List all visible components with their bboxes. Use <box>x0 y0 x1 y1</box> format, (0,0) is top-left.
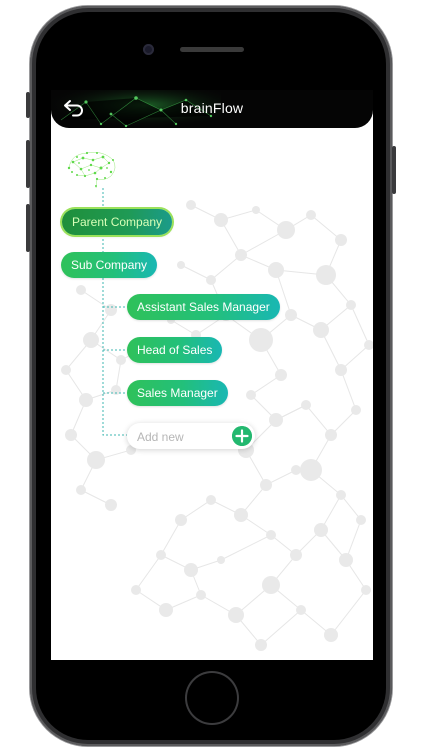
node-assistant-sales-manager[interactable]: Assistant Sales Manager <box>127 294 280 320</box>
plus-icon[interactable] <box>232 426 252 446</box>
earpiece-speaker <box>180 47 244 52</box>
volume-down-button <box>26 204 30 252</box>
node-sub-company[interactable]: Sub Company <box>61 252 158 278</box>
front-camera <box>143 44 154 55</box>
power-button <box>392 146 396 194</box>
node-parent-company[interactable]: Parent Company <box>62 209 173 235</box>
home-button[interactable] <box>187 673 237 723</box>
node-head-of-sales[interactable]: Head of Sales <box>127 337 223 363</box>
node-sales-manager[interactable]: Sales Manager <box>127 380 228 406</box>
volume-up-button <box>26 140 30 188</box>
add-new-field <box>127 423 255 451</box>
app-screen: brainFlow Parent Company Sub Company Ass… <box>51 90 373 660</box>
tree-connector-lines <box>102 188 127 436</box>
mute-switch <box>26 92 30 118</box>
add-new-input[interactable] <box>135 423 235 451</box>
